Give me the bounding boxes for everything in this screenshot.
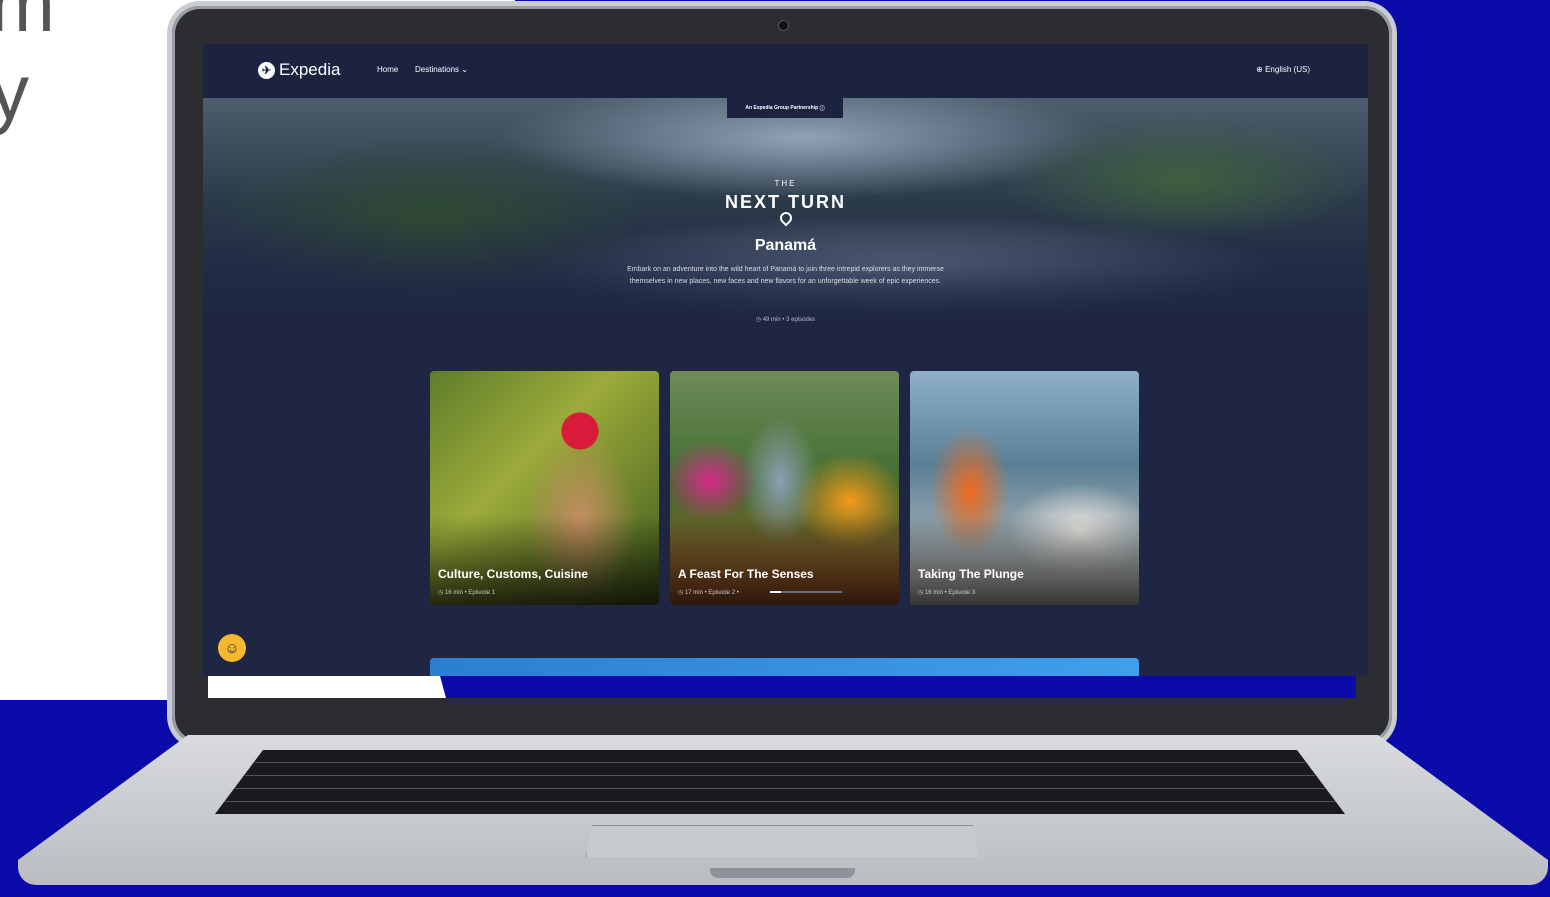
clock-icon: ◷	[755, 317, 762, 323]
partial-heading: my	[0, 0, 55, 136]
country-title: Panamá	[754, 237, 817, 254]
chevron-down-icon: ⌄	[461, 65, 468, 74]
laptop-lip	[710, 868, 855, 878]
info-icon: ⓘ	[819, 105, 825, 112]
clock-icon: ◷	[438, 590, 444, 596]
hero-description: Embark on an adventure into the wild hea…	[627, 266, 944, 285]
nav-destinations[interactable]: Destinations ⌄	[415, 65, 468, 74]
episode-title: Culture, Customs, Cuisine	[438, 567, 589, 581]
partnership-badge[interactable]: An Expedia Group Partnership ⓘ	[727, 98, 843, 118]
accessibility-icon[interactable]: ☺	[218, 634, 246, 662]
episode-meta: ◷ 17 min • Episode 2 •	[678, 590, 739, 596]
episode-card[interactable]: Taking The Plunge ◷ 16 min • Episode 3	[910, 371, 1139, 605]
episode-progress-bar	[770, 591, 842, 593]
nav-home[interactable]: Home	[377, 65, 398, 74]
episode-card[interactable]: Culture, Customs, Cuisine ◷ 16 min • Epi…	[430, 371, 659, 605]
top-nav: ✈ Expedia Home Destinations ⌄ ⊕ English …	[203, 44, 1368, 98]
clock-icon: ◷	[678, 590, 684, 596]
expedia-logo[interactable]: ✈ Expedia	[258, 60, 340, 80]
show-logo-the: THE	[774, 179, 797, 188]
laptop-trackpad	[586, 825, 979, 857]
promo-banner[interactable]	[430, 658, 1139, 676]
hero-meta: ◷ 49 min • 3 episodes	[755, 317, 816, 323]
episode-title: Taking The Plunge	[918, 567, 1024, 581]
show-logo-title: NEXT TURN	[725, 192, 846, 212]
episode-meta: ◷ 16 min • Episode 1	[438, 590, 496, 596]
laptop-keyboard	[215, 750, 1345, 814]
laptop-screen: ✈ Expedia Home Destinations ⌄ ⊕ English …	[203, 44, 1368, 676]
episode-card[interactable]: A Feast For The Senses ◷ 17 min • Episod…	[670, 371, 899, 605]
camera-icon	[778, 20, 789, 31]
globe-icon: ⊕	[1256, 65, 1263, 74]
episode-meta: ◷ 16 min • Episode 3	[918, 590, 976, 596]
episode-title: A Feast For The Senses	[678, 567, 814, 581]
language-selector[interactable]: ⊕ English (US)	[1256, 65, 1310, 74]
expedia-plane-icon: ✈	[258, 61, 275, 79]
bottom-bezel-blue	[440, 676, 1356, 698]
clock-icon: ◷	[918, 590, 924, 596]
